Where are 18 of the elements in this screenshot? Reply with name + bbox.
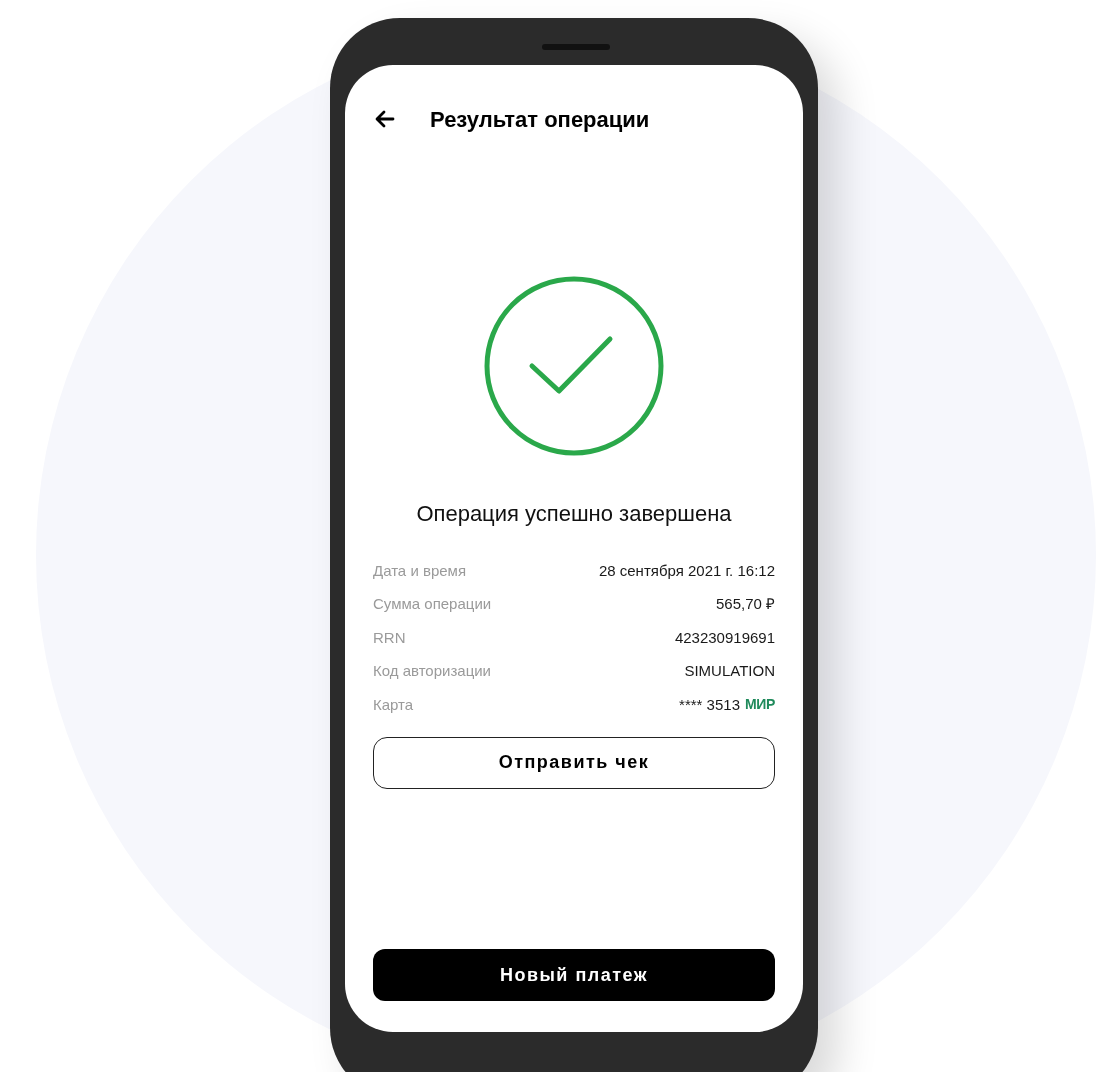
detail-value: **** 3513 xyxy=(679,694,740,715)
detail-label: Дата и время xyxy=(373,560,467,581)
screen-title: Результат операции xyxy=(430,105,650,134)
detail-label: Карта xyxy=(373,694,414,715)
speaker-grille xyxy=(542,44,610,50)
detail-label: Код авторизации xyxy=(373,661,491,681)
new-payment-button[interactable]: Новый платеж xyxy=(373,949,775,1001)
detail-label: Сумма операции xyxy=(373,594,492,614)
status-message: Операция успешно завершена xyxy=(416,500,732,528)
card-brand-logo: МИР xyxy=(745,695,775,715)
detail-label: RRN xyxy=(373,627,406,648)
detail-value: 28 сентября 2021 г. 16:12 xyxy=(598,560,775,581)
detail-value: 423230919691 xyxy=(674,627,775,648)
detail-value: SIMULATION xyxy=(684,661,775,681)
send-receipt-button[interactable]: Отправить чек xyxy=(373,736,775,789)
detail-value: 565,70 ₽ xyxy=(715,594,775,614)
back-arrow-icon[interactable] xyxy=(375,110,395,128)
success-check-icon xyxy=(483,275,665,457)
